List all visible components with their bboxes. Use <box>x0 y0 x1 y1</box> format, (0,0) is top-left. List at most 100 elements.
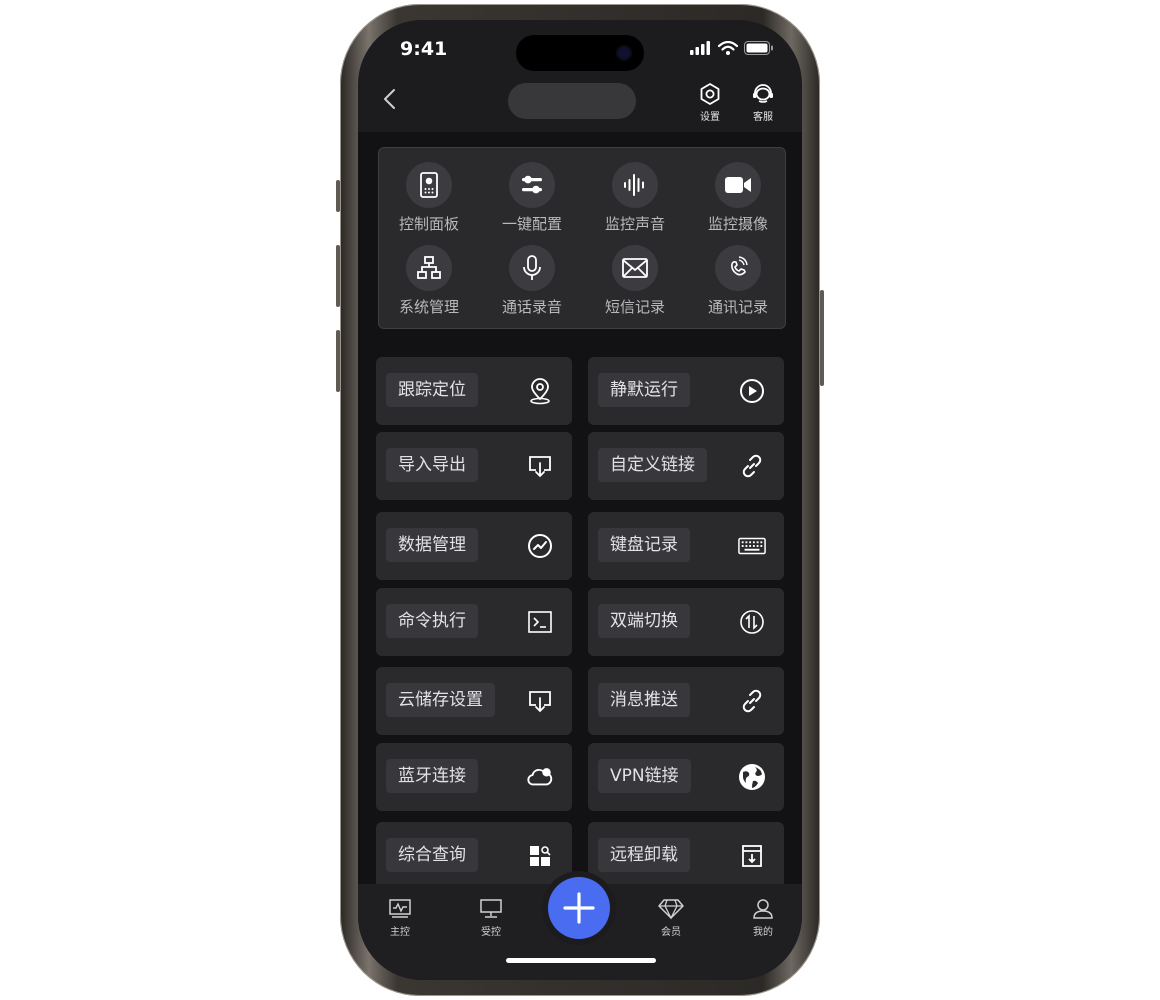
location-pin-icon <box>530 378 550 405</box>
support-label: 客服 <box>753 112 773 123</box>
tile-label: 自定义链接 <box>598 448 707 482</box>
tile-label: 消息推送 <box>598 683 690 717</box>
volume-down-button <box>336 330 340 392</box>
tile-label: 跟踪定位 <box>386 373 478 407</box>
grid-item-label: 监控声音 <box>604 215 665 233</box>
grid-item-system-manage[interactable]: 系统管理 <box>379 245 479 319</box>
terminal-icon <box>528 611 552 633</box>
globe-icon <box>739 764 765 790</box>
tile-keyboard-records[interactable]: 键盘记录 <box>588 512 784 580</box>
tile-remote-uninstall[interactable]: 远程卸载 <box>588 822 784 890</box>
tile-label: 双端切换 <box>598 604 690 638</box>
tab-label: 受控 <box>481 927 501 938</box>
phone-icon <box>731 256 748 276</box>
status-time: 9:41 <box>400 38 448 60</box>
grid-item-monitor-sound[interactable]: 监控声音 <box>585 162 685 236</box>
feature-grid: 控制面板 一键配置 监控声音 监控摄像 系统管理 通话录音 短信记录 通讯记录 <box>378 147 786 329</box>
archive-download-icon <box>742 845 762 867</box>
tile-import-export[interactable]: 导入导出 <box>376 432 572 500</box>
tile-label: 蓝牙连接 <box>386 759 478 793</box>
tile-label: 导入导出 <box>386 448 478 482</box>
tile-vpn[interactable]: VPN链接 <box>588 743 784 811</box>
grid-item-sms-records[interactable]: 短信记录 <box>585 245 685 319</box>
tile-label: 命令执行 <box>386 604 478 638</box>
back-chevron-icon[interactable] <box>380 84 400 114</box>
tab-controlled[interactable]: 受控 <box>466 898 516 938</box>
grid-item-one-key-config[interactable]: 一键配置 <box>482 162 582 236</box>
sliders-icon <box>522 175 542 194</box>
microphone-icon <box>523 255 541 280</box>
tab-bar: 主控 受控 会员 我的 <box>358 877 802 980</box>
grid-item-label: 控制面板 <box>398 215 459 233</box>
nav-title-placeholder <box>508 83 636 119</box>
tile-cloud-storage[interactable]: 云储存设置 <box>376 667 572 735</box>
tile-data-management[interactable]: 数据管理 <box>376 512 572 580</box>
grid-item-label: 监控摄像 <box>707 215 768 233</box>
tile-label: VPN链接 <box>598 759 691 793</box>
user-icon <box>753 899 773 919</box>
tile-label: 数据管理 <box>386 528 478 562</box>
trend-circle-icon <box>528 534 552 558</box>
tile-label: 静默运行 <box>598 373 690 407</box>
grid-item-monitor-camera[interactable]: 监控摄像 <box>688 162 788 236</box>
grid-item-label: 短信记录 <box>604 298 665 316</box>
add-button[interactable] <box>548 877 610 939</box>
status-bar: 9:41 <box>358 20 802 76</box>
tile-comprehensive-query[interactable]: 综合查询 <box>376 822 572 890</box>
settings-button[interactable]: 设置 <box>690 82 730 128</box>
tile-dual-switch[interactable]: 双端切换 <box>588 588 784 656</box>
diamond-icon <box>658 899 684 920</box>
volume-up-button <box>336 245 340 307</box>
tile-label: 综合查询 <box>386 838 478 872</box>
plus-icon <box>563 892 595 924</box>
tile-label: 键盘记录 <box>598 528 690 562</box>
power-button <box>820 290 824 386</box>
tile-bluetooth[interactable]: 蓝牙连接 <box>376 743 572 811</box>
monitor-pulse-icon <box>389 899 411 918</box>
signal-icon <box>690 41 710 55</box>
tile-silent-run[interactable]: 静默运行 <box>588 357 784 425</box>
tab-label: 会员 <box>661 927 681 938</box>
support-button[interactable]: 客服 <box>743 82 783 128</box>
control-panel-icon <box>420 172 438 198</box>
front-camera <box>618 47 630 59</box>
battery-icon <box>744 41 773 55</box>
nav-bar: 设置 客服 <box>358 76 802 132</box>
settings-label: 设置 <box>700 112 720 123</box>
tile-label: 远程卸载 <box>598 838 690 872</box>
keyboard-icon <box>738 537 766 555</box>
tab-membership[interactable]: 会员 <box>646 898 696 938</box>
tile-tracking-location[interactable]: 跟踪定位 <box>376 357 572 425</box>
home-indicator[interactable] <box>506 958 656 963</box>
headset-icon <box>753 84 773 103</box>
download-tray-icon <box>529 691 551 713</box>
sound-wave-icon <box>624 174 644 196</box>
gear-icon <box>700 83 720 105</box>
tab-main-control[interactable]: 主控 <box>375 898 425 938</box>
tile-label: 云储存设置 <box>386 683 495 717</box>
tab-label: 主控 <box>390 927 410 938</box>
wifi-icon <box>718 41 738 55</box>
tile-command-exec[interactable]: 命令执行 <box>376 588 572 656</box>
tile-custom-link[interactable]: 自定义链接 <box>588 432 784 500</box>
grid-item-label: 通话录音 <box>501 298 562 316</box>
main-content: 控制面板 一键配置 监控声音 监控摄像 系统管理 通话录音 短信记录 通讯记录 … <box>358 132 802 890</box>
grid-item-call-records[interactable]: 通讯记录 <box>688 245 788 319</box>
tab-mine[interactable]: 我的 <box>738 898 788 938</box>
grid-item-label: 通讯记录 <box>707 298 768 316</box>
grid-item-control-panel[interactable]: 控制面板 <box>379 162 479 236</box>
switch-circle-icon <box>740 610 764 634</box>
play-circle-icon <box>740 379 764 403</box>
link-icon <box>742 454 762 478</box>
tab-label: 我的 <box>753 927 773 938</box>
grid-item-call-recording[interactable]: 通话录音 <box>482 245 582 319</box>
silent-switch <box>336 180 340 212</box>
envelope-icon <box>622 258 648 278</box>
video-camera-icon <box>725 177 751 193</box>
desktop-icon <box>480 899 502 918</box>
grid-item-label: 系统管理 <box>398 298 459 316</box>
dynamic-island <box>516 35 644 71</box>
tile-message-push[interactable]: 消息推送 <box>588 667 784 735</box>
dashboard-search-icon <box>530 846 551 866</box>
cloud-icon <box>527 768 553 786</box>
